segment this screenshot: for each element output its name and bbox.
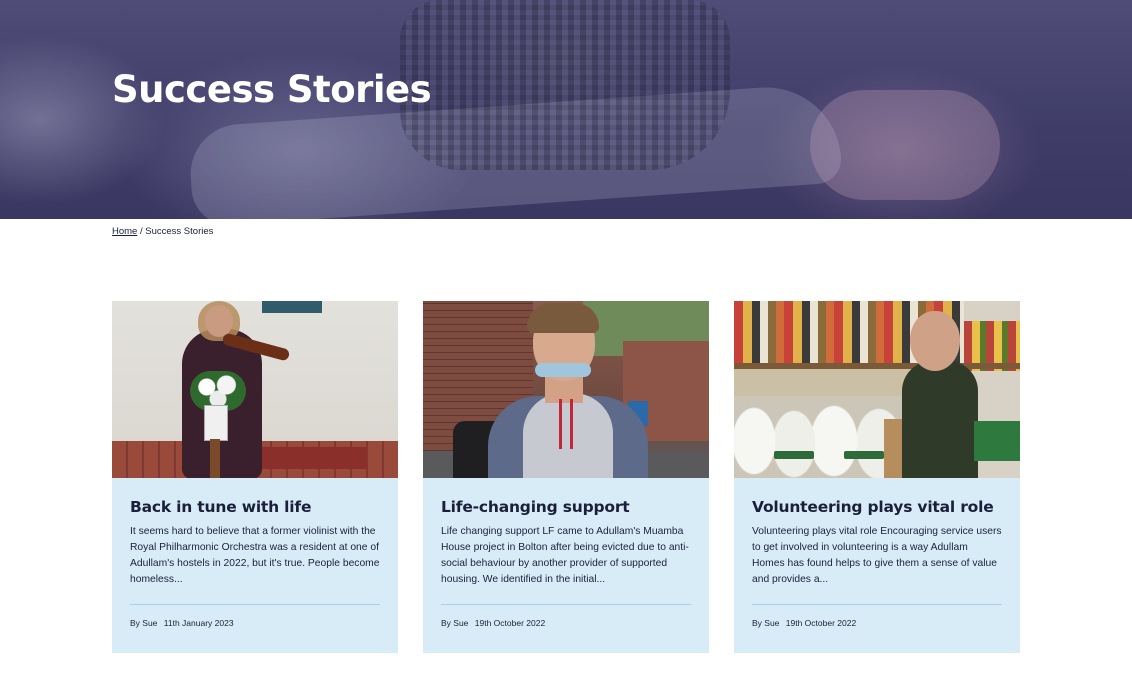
story-card[interactable]: Life-changing support Life changing supp… [423, 301, 709, 653]
hero-banner: Success Stories [0, 0, 1132, 219]
story-title[interactable]: Back in tune with life [130, 498, 380, 516]
page-title: Success Stories [112, 68, 432, 111]
hero-background-knit [400, 0, 730, 170]
breadcrumb-home-link[interactable]: Home [112, 226, 137, 237]
story-meta: By Sue 19th October 2022 [441, 618, 545, 628]
stories-grid: Back in tune with life It seems hard to … [112, 301, 1020, 653]
story-divider [752, 604, 1002, 605]
story-meta: By Sue 11th January 2023 [130, 618, 234, 628]
breadcrumb-current: Success Stories [145, 226, 214, 237]
story-card-body: Volunteering plays vital role Volunteeri… [752, 478, 1002, 628]
story-author: By Sue [441, 618, 469, 628]
story-date: 11th January 2023 [163, 618, 234, 628]
story-image-young-man[interactable] [423, 301, 709, 478]
story-date: 19th October 2022 [785, 618, 857, 628]
story-image-violinist[interactable] [112, 301, 398, 478]
story-divider [441, 604, 691, 605]
breadcrumb: Home / Success Stories [112, 226, 213, 237]
story-image-volunteer[interactable] [734, 301, 1020, 478]
hero-background-hand [810, 90, 1000, 200]
story-card[interactable]: Volunteering plays vital role Volunteeri… [734, 301, 1020, 653]
story-card[interactable]: Back in tune with life It seems hard to … [112, 301, 398, 653]
breadcrumb-separator: / [139, 226, 143, 237]
story-excerpt: It seems hard to believe that a former v… [130, 526, 380, 585]
story-card-body: Back in tune with life It seems hard to … [130, 478, 380, 628]
story-card-body: Life-changing support Life changing supp… [441, 478, 691, 628]
story-author: By Sue [752, 618, 780, 628]
story-author: By Sue [130, 618, 158, 628]
story-excerpt: Volunteering plays vital role Encouragin… [752, 526, 1002, 585]
story-divider [130, 604, 380, 605]
story-date: 19th October 2022 [474, 618, 546, 628]
story-meta: By Sue 19th October 2022 [752, 618, 856, 628]
story-title[interactable]: Volunteering plays vital role [752, 498, 1002, 516]
story-excerpt: Life changing support LF came to Adullam… [441, 526, 689, 585]
story-title[interactable]: Life-changing support [441, 498, 691, 516]
